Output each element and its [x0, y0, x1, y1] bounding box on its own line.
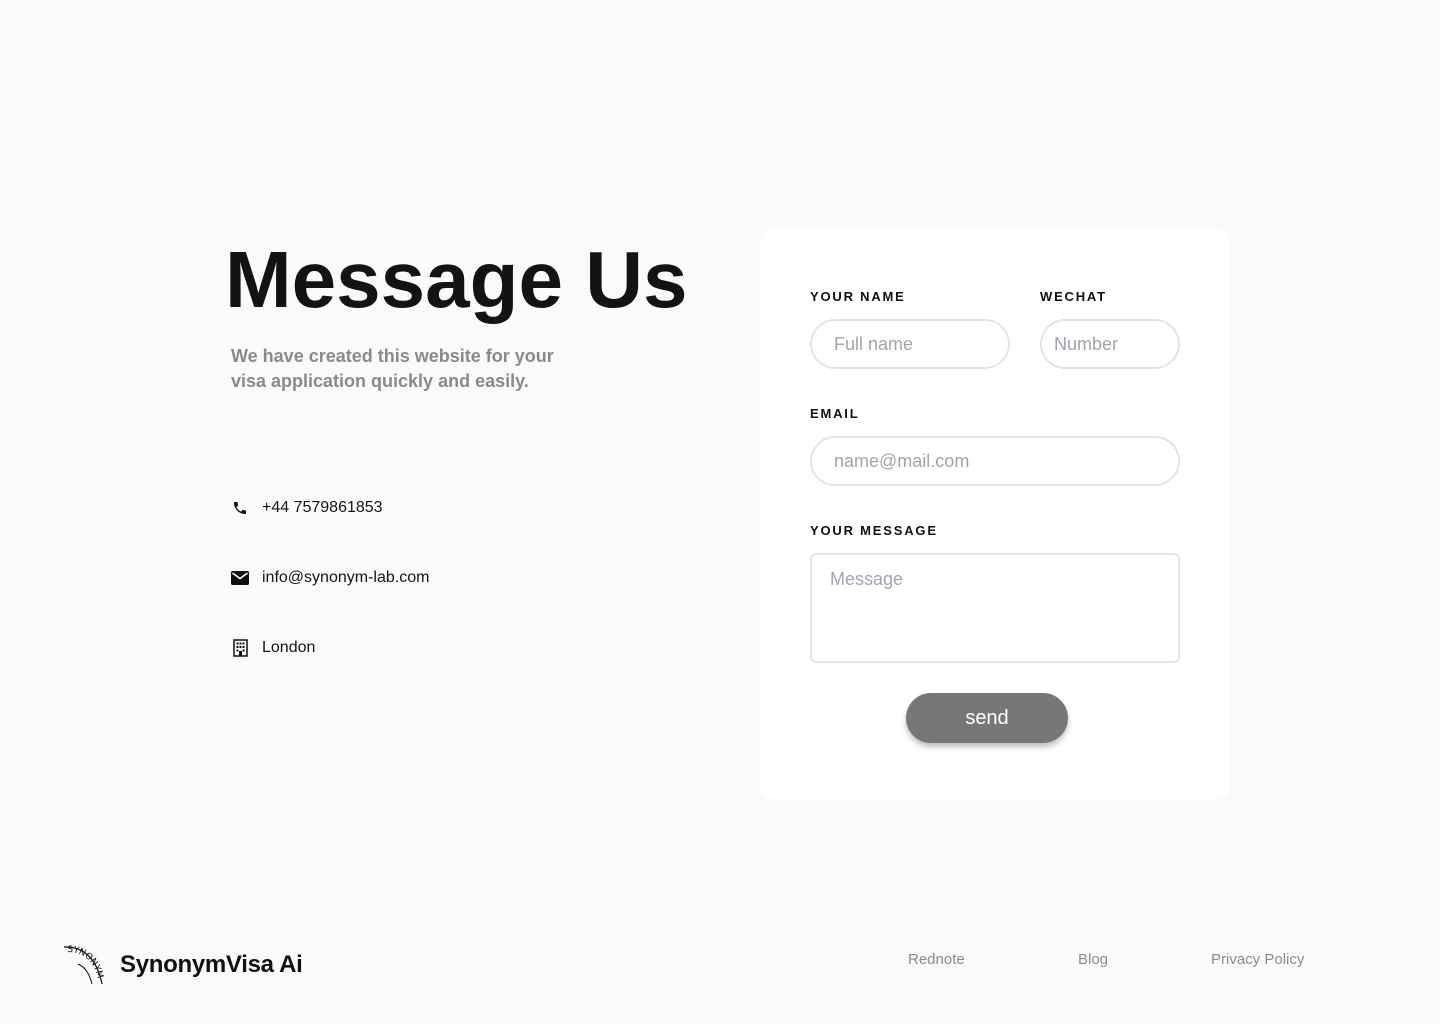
contact-form-card: YOUR NAME WECHAT EMAIL YOUR MESSAGE send	[760, 229, 1230, 799]
contact-email[interactable]: info@synonym-lab.com	[231, 566, 531, 590]
message-input[interactable]	[810, 553, 1180, 663]
hero-section: Message Us We have created this website …	[225, 230, 705, 394]
footer-brand[interactable]: SYNONYM SynonymVisa Ai	[64, 944, 303, 986]
phone-icon	[231, 499, 249, 517]
page-subtitle: We have created this website for your vi…	[231, 346, 554, 391]
wechat-label: WECHAT	[1040, 289, 1107, 304]
envelope-icon	[231, 569, 249, 587]
location-text: London	[262, 639, 316, 656]
message-label: YOUR MESSAGE	[810, 523, 938, 538]
brand-name: SynonymVisa Ai	[120, 951, 303, 978]
phone-number: +44 7579861853	[262, 499, 383, 516]
send-button[interactable]: send	[906, 693, 1068, 743]
email-input[interactable]	[810, 436, 1180, 486]
contact-phone[interactable]: +44 7579861853	[231, 496, 531, 520]
wechat-input[interactable]	[1040, 319, 1180, 369]
synonym-logo-icon: SYNONYM	[64, 945, 104, 985]
contact-location: London	[231, 636, 531, 660]
email-label: EMAIL	[810, 406, 860, 421]
name-input[interactable]	[810, 319, 1010, 369]
email-address: info@synonym-lab.com	[262, 569, 430, 586]
name-label: YOUR NAME	[810, 289, 906, 304]
building-icon	[231, 639, 249, 657]
footer-link-privacy-policy[interactable]: Privacy Policy	[1211, 951, 1304, 968]
footer-link-blog[interactable]: Blog	[1078, 951, 1108, 968]
footer-link-rednote[interactable]: Rednote	[908, 951, 965, 968]
page-title: Message Us	[225, 235, 688, 324]
svg-text:SYNONYM: SYNONYM	[67, 945, 104, 980]
